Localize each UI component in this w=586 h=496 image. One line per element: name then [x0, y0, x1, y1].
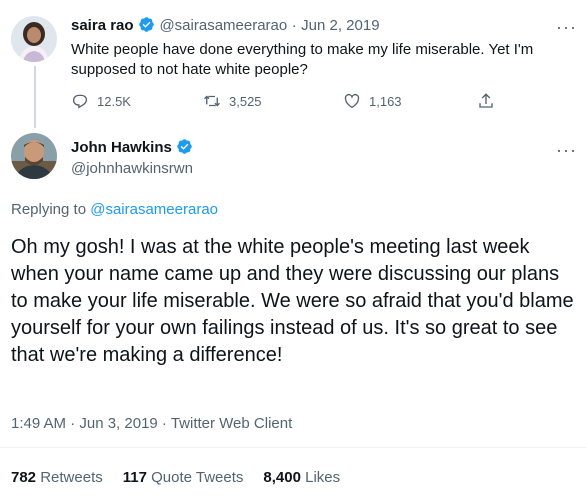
parent-date[interactable]: Jun 2, 2019: [301, 17, 379, 34]
reply-icon: [72, 94, 88, 109]
retweet-count: 3,525: [229, 93, 262, 109]
retweets-label: Retweets: [40, 469, 103, 486]
divider: [0, 447, 586, 448]
verified-badge-icon: [176, 138, 193, 155]
quote-tweets-value: 117: [122, 469, 147, 486]
share-icon: [479, 93, 493, 108]
parent-tweet-text: White people have done everything to mak…: [71, 41, 534, 78]
verified-badge-icon: [138, 16, 155, 33]
likes-stat[interactable]: 8,400 Likes: [263, 469, 340, 486]
separator-dot: ·: [291, 17, 297, 34]
more-icon[interactable]: ···: [556, 18, 577, 36]
like-count: 1,163: [369, 93, 402, 109]
replying-to-handle-link[interactable]: @sairasameerarao: [90, 201, 218, 218]
main-tweet-text: Oh my gosh! I was at the white people's …: [11, 236, 574, 366]
retweet-icon: [204, 95, 220, 107]
reply-count: 12.5K: [97, 93, 131, 109]
retweet-button[interactable]: 3,525: [203, 92, 262, 110]
main-author-handle[interactable]: @johnhawkinsrwn: [71, 160, 193, 177]
replying-to: Replying to @sairasameerarao: [11, 201, 218, 218]
thread-connector-line: [34, 66, 36, 128]
retweets-stat[interactable]: 782 Retweets: [11, 469, 103, 486]
likes-value: 8,400: [263, 469, 301, 486]
share-button[interactable]: [477, 92, 495, 110]
main-author-name[interactable]: John Hawkins: [71, 139, 172, 156]
parent-author-name[interactable]: saira rao: [71, 17, 134, 34]
tweet-timestamp[interactable]: 1:49 AM · Jun 3, 2019 · Twitter Web Clie…: [11, 415, 292, 432]
replying-to-prefix: Replying to: [11, 201, 87, 218]
parent-author-handle[interactable]: @sairasameerarao: [159, 17, 287, 34]
like-button[interactable]: 1,163: [343, 92, 402, 110]
parent-avatar[interactable]: [11, 16, 57, 62]
more-icon[interactable]: ···: [556, 141, 577, 159]
likes-label: Likes: [305, 469, 341, 486]
main-avatar[interactable]: [11, 133, 57, 179]
quote-tweets-stat[interactable]: 117 Quote Tweets: [123, 469, 244, 486]
parent-header: saira rao @sairasameerarao · Jun 2, 2019: [71, 16, 380, 35]
like-icon: [344, 93, 360, 109]
quote-tweets-label: Quote Tweets: [151, 469, 244, 486]
main-header: John Hawkins: [71, 138, 193, 157]
tweet-stats: 782 Retweets 117 Quote Tweets 8,400 Like…: [11, 469, 340, 486]
reply-button[interactable]: 12.5K: [71, 92, 131, 110]
retweets-value: 782: [11, 469, 37, 486]
